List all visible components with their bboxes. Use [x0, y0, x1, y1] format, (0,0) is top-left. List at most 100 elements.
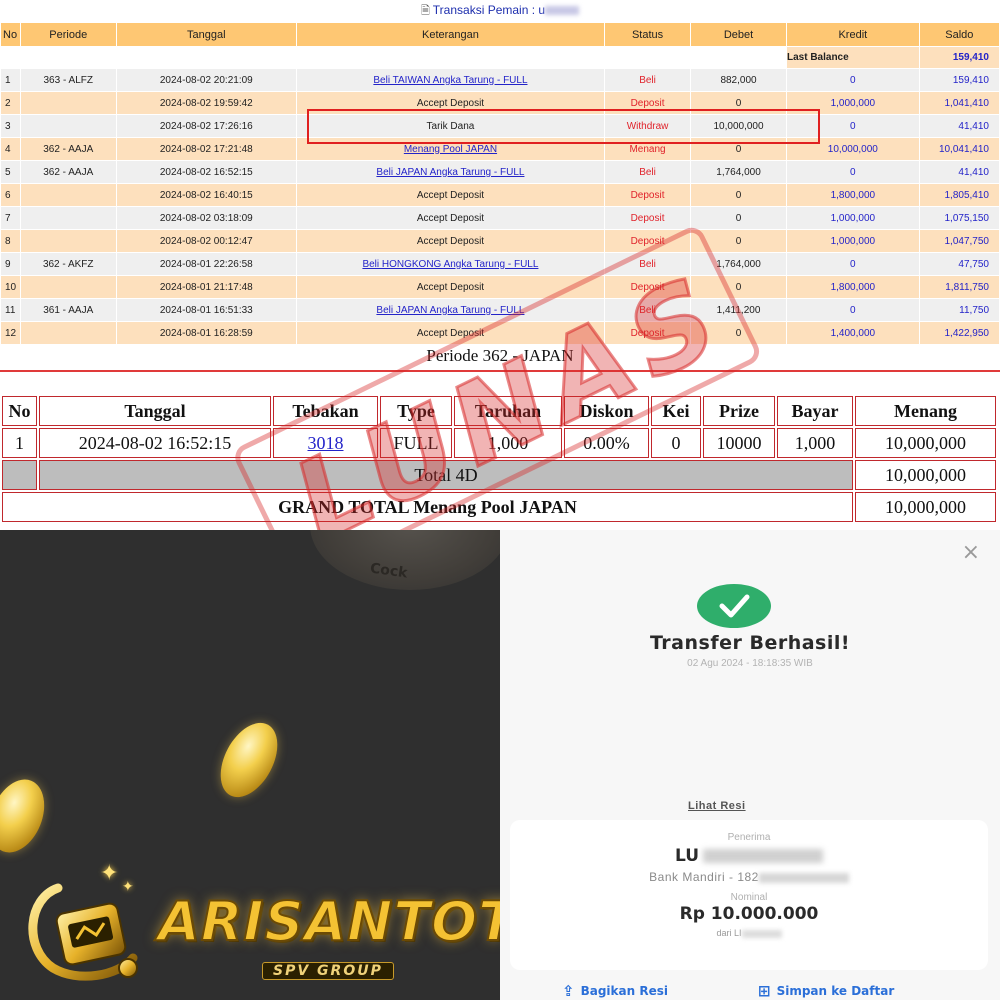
- cell-keterangan: Accept Deposit: [295, 229, 606, 253]
- cell-status: Beli: [603, 252, 692, 276]
- cell-keterangan[interactable]: Beli JAPAN Angka Tarung - FULL: [295, 160, 606, 184]
- last-balance-label: Last Balance: [785, 46, 920, 69]
- view-receipt-link[interactable]: Lihat Resi: [688, 800, 746, 812]
- transfer-amount: Rp 10.000.000: [679, 904, 819, 924]
- cell-tanggal: 2024-08-02 17:21:48: [115, 137, 297, 161]
- cell-status: Deposit: [603, 275, 692, 299]
- bet-header-bayar: Bayar: [777, 396, 853, 426]
- cell-tanggal: 2024-08-02 16:52:15: [115, 160, 297, 184]
- close-icon[interactable]: ×: [962, 540, 980, 565]
- cell-keterangan[interactable]: Beli HONGKONG Angka Tarung - FULL: [295, 252, 606, 276]
- cell-keterangan: Accept Deposit: [295, 183, 606, 207]
- bet-taruhan: 1,000: [454, 428, 562, 458]
- table-row: 4 362 - AAJA 2024-08-02 17:21:48 Menang Poo…: [0, 137, 1000, 161]
- cell-status: Deposit: [603, 183, 692, 207]
- cell-keterangan[interactable]: Beli TAIWAN Angka Tarung - FULL: [295, 68, 606, 92]
- redacted-account: [758, 872, 849, 883]
- cell-kredit: 10,000,000: [785, 137, 920, 161]
- cell-saldo: 11,750: [918, 298, 1000, 322]
- cell-status: Withdraw: [603, 114, 692, 138]
- grand-total-value: 10,000,000: [855, 492, 996, 522]
- cell-keterangan: Accept Deposit: [295, 275, 606, 299]
- save-to-list-button[interactable]: ⊞ Simpan ke Daftar: [758, 982, 894, 1000]
- cell-debet: 0: [690, 229, 787, 253]
- cell-keterangan[interactable]: Beli JAPAN Angka Tarung - FULL: [295, 298, 606, 322]
- transfer-date: 02 Agu 2024 - 18:18:35 WIB: [687, 658, 813, 669]
- share-receipt-button[interactable]: ⇪ Bagikan Resi: [562, 982, 668, 1000]
- cell-debet: 0: [690, 137, 787, 161]
- table-row: 10 2024-08-01 21:17:48 Accept Deposit Depos…: [0, 275, 1000, 299]
- cell-tanggal: 2024-08-02 03:18:09: [115, 206, 297, 230]
- cell-saldo: 1,041,410: [918, 91, 1000, 115]
- cell-saldo: 47,750: [918, 252, 1000, 276]
- bet-header-kei: Kei: [651, 396, 701, 426]
- column-header-saldo: Saldo: [918, 22, 1000, 47]
- redacted-sender: [741, 929, 782, 938]
- cell-kredit: 0: [785, 114, 920, 138]
- cell-debet: 0: [690, 206, 787, 230]
- cell-periode: [19, 206, 117, 230]
- cell-periode: [19, 229, 117, 253]
- cell-keterangan: Tarik Dana: [295, 114, 606, 138]
- bet-header-diskon: Diskon: [564, 396, 649, 426]
- transaction-report: 🗎 Transaksi Pemain : u No Periode Tanggal Ke…: [0, 0, 1000, 530]
- bet-prize: 10000: [703, 428, 775, 458]
- save-list-icon: ⊞: [758, 982, 771, 1000]
- cell-saldo: 1,047,750: [918, 229, 1000, 253]
- cell-periode: [19, 275, 117, 299]
- cell-debet: 10,000,000: [690, 114, 787, 138]
- table-row: 2 2024-08-02 19:59:42 Accept Deposit Deposi…: [0, 91, 1000, 115]
- recipient-bank: Bank Mandiri - 182: [510, 870, 988, 884]
- total-value: 10,000,000: [855, 460, 996, 490]
- brand-panel: Cock ✦ ✦ ARISANTOTO SPV GROUP: [0, 530, 500, 1000]
- bet-row: 1 2024-08-02 16:52:15 3018 FULL 1,000 0.…: [2, 428, 996, 458]
- cell-kredit: 1,000,000: [785, 229, 920, 253]
- cell-kredit: 0: [785, 252, 920, 276]
- cell-periode: 362 - AAJA: [19, 137, 117, 161]
- column-header-periode: Periode: [19, 22, 117, 47]
- cell-tanggal: 2024-08-02 19:59:42: [115, 91, 297, 115]
- share-icon: ⇪: [562, 982, 575, 1000]
- transaction-table: No Periode Tanggal Keterangan Status Debet Kre…: [0, 22, 1000, 345]
- cell-debet: 882,000: [690, 68, 787, 92]
- table-row: 11 361 - AAJA 2024-08-01 16:51:33 Beli JAPA…: [0, 298, 1000, 322]
- cell-no: 7: [0, 206, 21, 230]
- table-row: 1 363 - ALFZ 2024-08-02 20:21:09 Beli TAIWA…: [0, 68, 1000, 92]
- cell-debet: 1,764,000: [690, 160, 787, 184]
- cell-periode: 362 - AAJA: [19, 160, 117, 184]
- cell-no: 9: [0, 252, 21, 276]
- divider: [0, 370, 1000, 372]
- table-row: 8 2024-08-02 00:12:47 Accept Deposit Deposi…: [0, 229, 1000, 253]
- cell-keterangan[interactable]: Menang Pool JAPAN: [295, 137, 606, 161]
- brand-logo-text: ARISANTOTO: [157, 889, 500, 954]
- cell-saldo: 1,075,150: [918, 206, 1000, 230]
- cell-no: 8: [0, 229, 21, 253]
- success-check-icon: [697, 584, 771, 628]
- cell-kredit: 0: [785, 68, 920, 92]
- cell-debet: 0: [690, 91, 787, 115]
- cell-no: 6: [0, 183, 21, 207]
- transfer-title: Transfer Berhasil!: [649, 632, 851, 654]
- table-row: 7 2024-08-02 03:18:09 Accept Deposit Deposi…: [0, 206, 1000, 230]
- bet-menang: 10,000,000: [855, 428, 996, 458]
- cell-saldo: 1,422,950: [918, 321, 1000, 345]
- cell-kredit: 1,400,000: [785, 321, 920, 345]
- cell-tanggal: 2024-08-01 16:51:33: [115, 298, 297, 322]
- column-header-kredit: Kredit: [785, 22, 920, 47]
- document-icon: 🗎: [420, 5, 430, 17]
- cell-no: 12: [0, 321, 21, 345]
- bet-header-prize: Prize: [703, 396, 775, 426]
- brand-logo: ✦ ✦ ARISANTOTO SPV GROUP: [0, 860, 500, 1000]
- total-label: Total 4D: [39, 460, 853, 490]
- cell-status: Deposit: [603, 206, 692, 230]
- last-balance-row: Last Balance 159,410: [0, 46, 1000, 69]
- transfer-receipt: × Transfer Berhasil! 02 Agu 2024 - 18:18…: [500, 530, 1000, 1000]
- table-row: 5 362 - AAJA 2024-08-02 16:52:15 Beli JAPAN…: [0, 160, 1000, 184]
- cell-kredit: 1,000,000: [785, 91, 920, 115]
- bet-bayar: 1,000: [777, 428, 853, 458]
- total-row: Total 4D 10,000,000: [2, 460, 996, 490]
- cell-keterangan: Accept Deposit: [295, 91, 606, 115]
- cell-no: 11: [0, 298, 21, 322]
- sparkle-icon: ✦: [100, 860, 119, 885]
- bet-tebakan-link[interactable]: 3018: [273, 428, 378, 458]
